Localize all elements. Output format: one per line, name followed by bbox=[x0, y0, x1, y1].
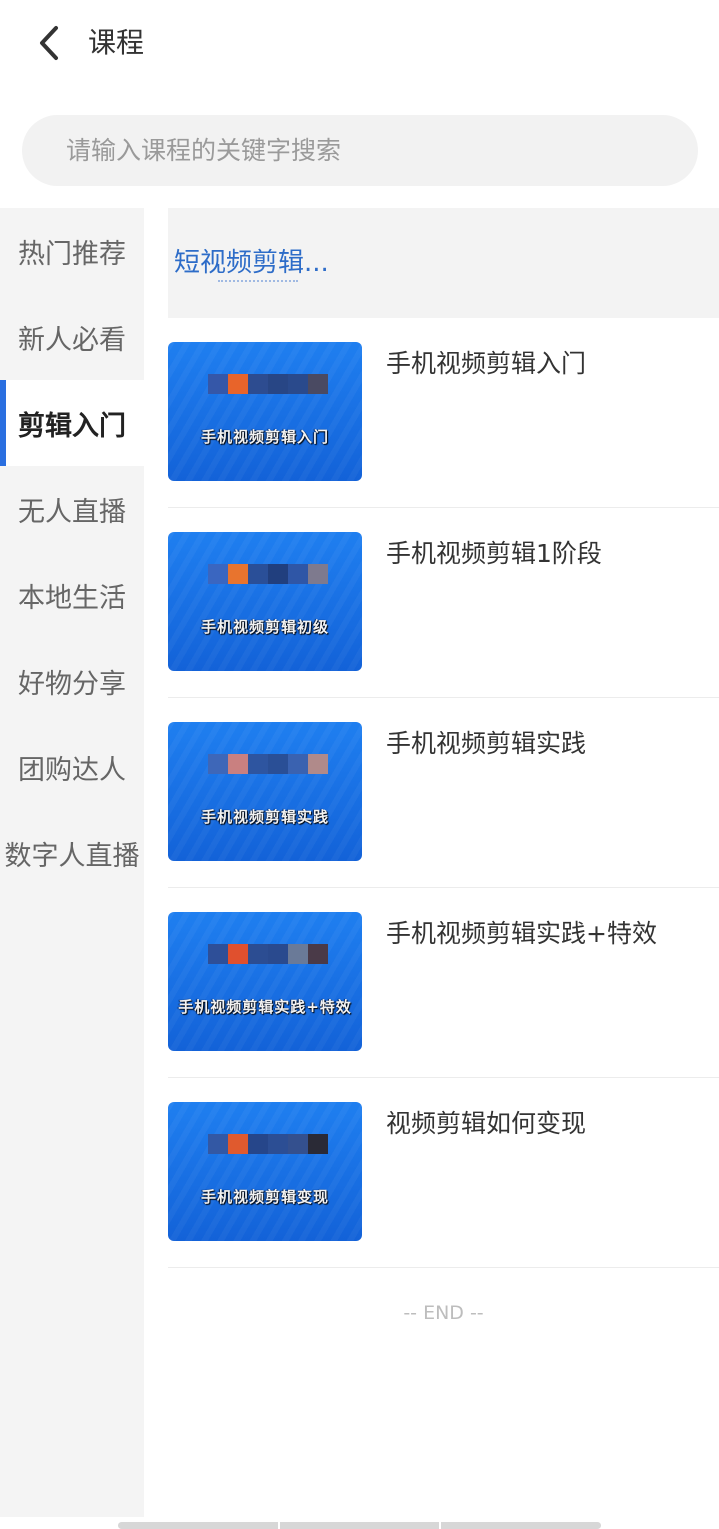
course-list: 短视频剪辑... 手机视频剪辑入门 手机视频剪辑入门 手机视频剪辑初级 手机视频… bbox=[168, 208, 719, 1268]
sidebar-item-label: 好物分享 bbox=[18, 668, 126, 700]
course-title: 手机视频剪辑实践+特效 bbox=[386, 919, 657, 948]
sidebar-item-group-buy[interactable]: 团购达人 bbox=[0, 724, 144, 810]
home-indicator[interactable] bbox=[118, 1522, 601, 1529]
thumbnail-caption: 手机视频剪辑实践 bbox=[200, 808, 329, 826]
header: 课程 bbox=[0, 0, 719, 88]
blurred-logo bbox=[208, 1134, 328, 1154]
thumbnail-caption: 手机视频剪辑实践+特效 bbox=[178, 998, 352, 1016]
sidebar-item-digital-human[interactable]: 数字人直播 bbox=[0, 810, 144, 896]
end-of-list-text: -- END -- bbox=[403, 1302, 484, 1324]
page-title: 课程 bbox=[88, 26, 145, 59]
course-title: 手机视频剪辑入门 bbox=[386, 349, 587, 378]
blurred-logo bbox=[208, 754, 328, 774]
category-sidebar: 热门推荐 新人必看 剪辑入门 无人直播 本地生活 好物分享 团购达人 数字人直播 bbox=[0, 208, 144, 1517]
course-thumbnail: 手机视频剪辑变现 bbox=[168, 1102, 362, 1241]
banner-decoration bbox=[218, 280, 298, 286]
sidebar-item-label: 新人必看 bbox=[18, 324, 126, 356]
sidebar-item-label: 团购达人 bbox=[18, 754, 126, 786]
course-title: 视频剪辑如何变现 bbox=[386, 1109, 587, 1138]
course-thumbnail: 手机视频剪辑入门 bbox=[168, 342, 362, 481]
search-input[interactable] bbox=[66, 115, 666, 186]
banner-text: 短视频剪辑... bbox=[174, 248, 329, 278]
sidebar-item-label: 热门推荐 bbox=[18, 238, 126, 270]
course-thumbnail: 手机视频剪辑初级 bbox=[168, 532, 362, 671]
course-item[interactable]: 手机视频剪辑初级 手机视频剪辑1阶段 bbox=[168, 508, 719, 698]
back-button[interactable] bbox=[30, 22, 70, 64]
sidebar-item-newcomer[interactable]: 新人必看 bbox=[0, 294, 144, 380]
sidebar-item-label: 数字人直播 bbox=[4, 840, 140, 872]
sidebar-item-label: 本地生活 bbox=[18, 582, 126, 614]
sidebar-item-label: 剪辑入门 bbox=[18, 410, 126, 442]
course-thumbnail: 手机视频剪辑实践 bbox=[168, 722, 362, 861]
course-item[interactable]: 手机视频剪辑入门 手机视频剪辑入门 bbox=[168, 318, 719, 508]
thumbnail-caption: 手机视频剪辑变现 bbox=[200, 1188, 329, 1206]
blurred-logo bbox=[208, 564, 328, 584]
banner[interactable]: 短视频剪辑... bbox=[168, 208, 719, 318]
course-thumbnail: 手机视频剪辑实践+特效 bbox=[168, 912, 362, 1051]
sidebar-item-label: 无人直播 bbox=[18, 496, 126, 528]
sidebar-item-hot[interactable]: 热门推荐 bbox=[0, 208, 144, 294]
sidebar-item-good-share[interactable]: 好物分享 bbox=[0, 638, 144, 724]
thumbnail-caption: 手机视频剪辑初级 bbox=[200, 618, 329, 636]
search-bar[interactable] bbox=[22, 115, 698, 186]
blurred-logo bbox=[208, 374, 328, 394]
course-title: 手机视频剪辑实践 bbox=[386, 729, 587, 758]
sidebar-item-editing-intro[interactable]: 剪辑入门 bbox=[0, 380, 144, 466]
course-item[interactable]: 手机视频剪辑实践+特效 手机视频剪辑实践+特效 bbox=[168, 888, 719, 1078]
chevron-left-icon bbox=[40, 26, 58, 60]
course-title: 手机视频剪辑1阶段 bbox=[386, 539, 602, 568]
course-item[interactable]: 手机视频剪辑变现 视频剪辑如何变现 bbox=[168, 1078, 719, 1268]
course-item[interactable]: 手机视频剪辑实践 手机视频剪辑实践 bbox=[168, 698, 719, 888]
sidebar-item-unmanned-live[interactable]: 无人直播 bbox=[0, 466, 144, 552]
sidebar-item-local-life[interactable]: 本地生活 bbox=[0, 552, 144, 638]
blurred-logo bbox=[208, 944, 328, 964]
thumbnail-caption: 手机视频剪辑入门 bbox=[200, 428, 329, 446]
